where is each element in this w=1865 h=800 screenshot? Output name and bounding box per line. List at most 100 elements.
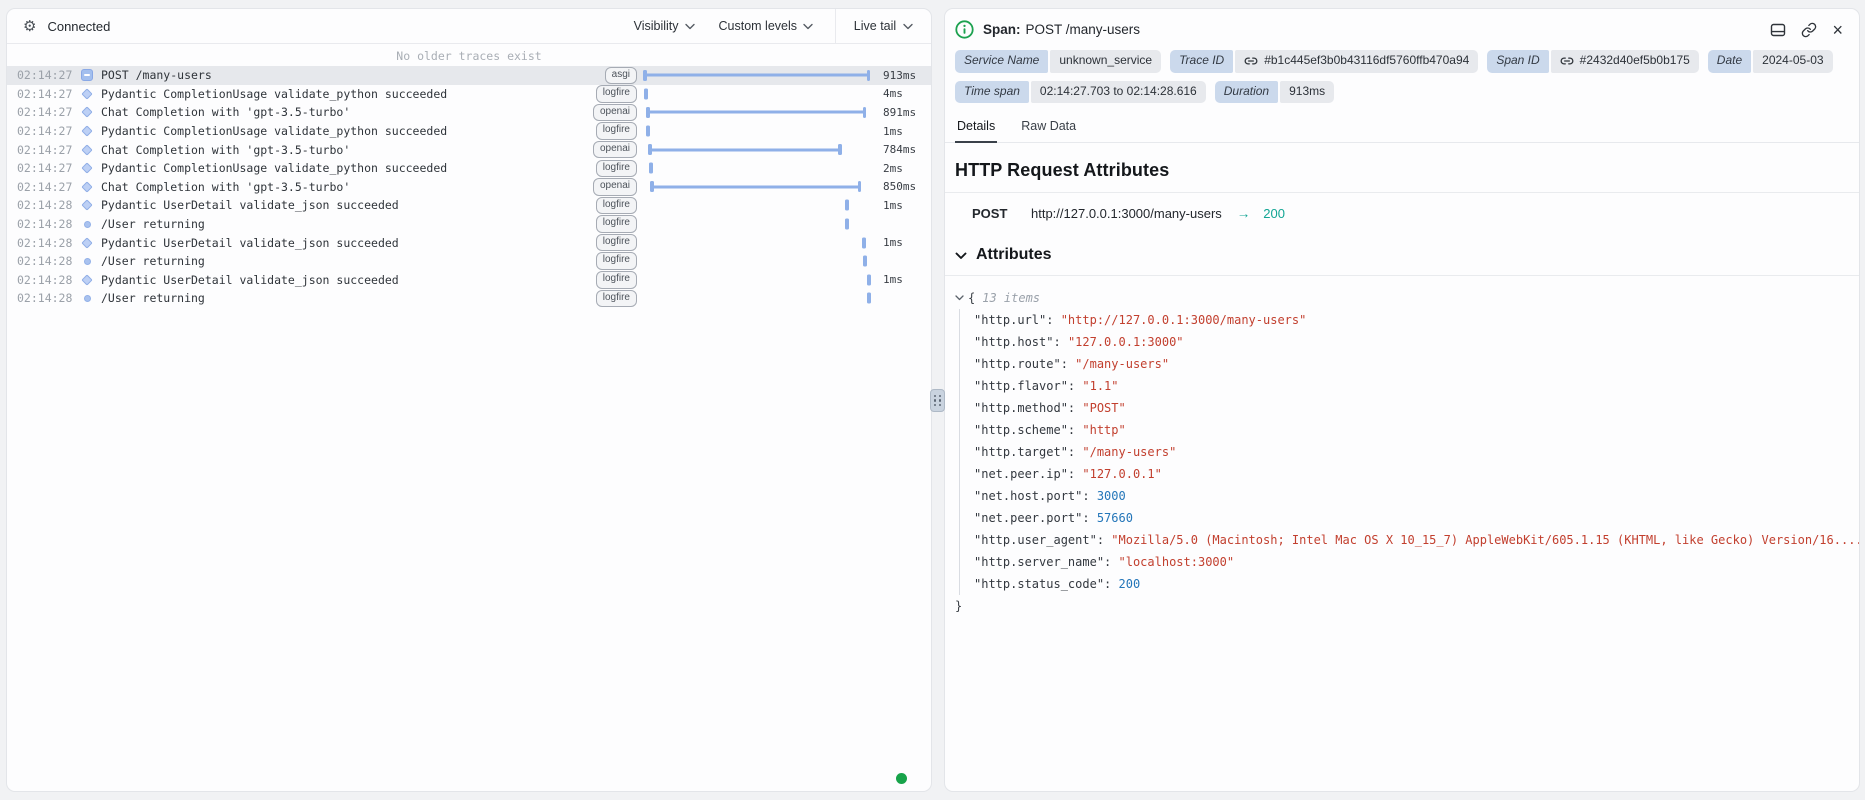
metadata-badge: Span ID #2432d40ef5b0b175: [1487, 50, 1698, 73]
link-icon: [1244, 54, 1258, 68]
log-dot-icon: [84, 221, 91, 228]
trace-timestamp: 02:14:27: [17, 180, 73, 194]
trace-timeline-zone: [643, 289, 875, 308]
metadata-badge: Service Name unknown_service: [955, 50, 1161, 73]
trace-timestamp: 02:14:27: [17, 105, 73, 119]
trace-timeline-zone: [643, 66, 875, 85]
trace-timestamp: 02:14:27: [17, 124, 73, 138]
attribute-key: "net.peer.port": [974, 511, 1082, 525]
trace-timestamp: 02:14:27: [17, 161, 73, 175]
visibility-dropdown[interactable]: Visibility: [634, 19, 695, 33]
attribute-row: "net.host.port": 3000: [974, 485, 1847, 507]
close-icon[interactable]: ×: [1832, 21, 1843, 39]
trace-row-icon-wrap: [73, 164, 101, 172]
detail-tabs: Details Raw Data: [945, 103, 1859, 143]
arrow-right-icon: →: [1237, 206, 1251, 221]
trace-row[interactable]: 02:14:28 Pydantic UserDetail validate_js…: [7, 233, 931, 252]
trace-row[interactable]: 02:14:28 Pydantic UserDetail validate_js…: [7, 271, 931, 290]
trace-row-icon-wrap: [73, 258, 101, 265]
badge-value[interactable]: #b1c445ef3b0b43116df5760ffb470a94: [1235, 50, 1478, 73]
attribute-key: "http.host": [974, 335, 1053, 349]
trace-row[interactable]: 02:14:27 Chat Completion with 'gpt-3.5-t…: [7, 103, 931, 122]
trace-duration-text: 1ms: [875, 236, 931, 249]
attribute-key: "net.peer.ip": [974, 467, 1068, 481]
link-icon: [1560, 54, 1574, 68]
trace-duration-text: 913ms: [875, 69, 931, 82]
attribute-key: "http.url": [974, 313, 1046, 327]
metadata-badge: Time span 02:14:27.703 to 02:14:28.616: [955, 81, 1206, 104]
badge-value[interactable]: #2432d40ef5b0b175: [1551, 50, 1699, 73]
json-entries: "http.url": "http://127.0.0.1:3000/many-…: [959, 309, 1847, 595]
trace-label: /User returning: [101, 291, 589, 305]
trace-label: /User returning: [101, 217, 589, 231]
trace-scope-tag: openai: [593, 141, 637, 159]
trace-row[interactable]: 02:14:28 /User returning logfire: [7, 289, 931, 308]
attribute-value: "localhost:3000": [1119, 555, 1235, 569]
trace-row[interactable]: 02:14:27 Pydantic CompletionUsage valida…: [7, 122, 931, 141]
trace-timestamp: 02:14:27: [17, 68, 73, 82]
attribute-value: 3000: [1097, 489, 1126, 503]
attribute-row: "http.host": "127.0.0.1:3000": [974, 331, 1847, 353]
trace-duration-bar: [845, 200, 849, 211]
attribute-value: "127.0.0.1": [1082, 467, 1161, 481]
trace-row[interactable]: 02:14:27 Chat Completion with 'gpt-3.5-t…: [7, 140, 931, 159]
badge-label: Service Name: [955, 50, 1048, 73]
tab-details[interactable]: Details: [955, 116, 997, 143]
trace-row-icon-wrap: [73, 295, 101, 302]
trace-row[interactable]: 02:14:27 Pydantic CompletionUsage valida…: [7, 159, 931, 178]
panel-resize-grip[interactable]: [930, 389, 945, 412]
metadata-badge: Duration 913ms: [1215, 81, 1334, 104]
collapse-toggle-icon[interactable]: [81, 69, 93, 81]
trace-row[interactable]: 02:14:27 POST /many-users asgi 913ms: [7, 66, 931, 85]
badge-label: Time span: [955, 81, 1029, 104]
trace-row[interactable]: 02:14:28 Pydantic UserDetail validate_js…: [7, 196, 931, 215]
chevron-down-icon: [955, 252, 967, 260]
attribute-value: "/many-users": [1082, 445, 1176, 459]
span-diamond-icon: [81, 274, 92, 285]
tab-raw-data[interactable]: Raw Data: [1019, 116, 1078, 142]
json-open-brace: {: [968, 291, 975, 305]
trace-timeline-zone: [643, 122, 875, 141]
badge-value-text: 913ms: [1289, 84, 1325, 100]
trace-scope-tag: logfire: [596, 271, 637, 289]
span-name: POST /many-users: [1026, 22, 1141, 37]
json-root-toggle[interactable]: { 13 items: [955, 287, 1847, 309]
dock-panel-icon[interactable]: [1770, 22, 1786, 38]
trace-row-icon-wrap: [73, 201, 101, 209]
trace-scope-tag: logfire: [596, 252, 637, 270]
trace-row-icon-wrap: [73, 90, 101, 98]
span-title: Span:POST /many-users: [983, 22, 1140, 37]
metadata-badge: Trace ID #b1c445ef3b0b43116df5760ffb470a…: [1170, 50, 1478, 73]
span-metadata-badges: Service Name unknown_service Trace ID #b…: [945, 48, 1859, 103]
trace-timeline-zone: [643, 140, 875, 159]
copy-link-icon[interactable]: [1801, 22, 1817, 38]
trace-scope-tag: logfire: [596, 215, 637, 233]
trace-duration-bar: [867, 274, 871, 285]
trace-row[interactable]: 02:14:28 /User returning logfire: [7, 215, 931, 234]
settings-gear-icon[interactable]: ⚙: [23, 19, 36, 34]
trace-timeline-zone: [643, 215, 875, 234]
http-request-attributes-heading: HTTP Request Attributes: [945, 143, 1859, 181]
trace-row[interactable]: 02:14:27 Pydantic CompletionUsage valida…: [7, 85, 931, 104]
live-tail-dropdown-label: Live tail: [854, 19, 896, 33]
trace-label: Pydantic UserDetail validate_json succee…: [101, 273, 589, 287]
trace-duration-text: 1ms: [875, 125, 931, 138]
http-request-summary-row: POST http://127.0.0.1:3000/many-users → …: [945, 193, 1859, 221]
attributes-section-toggle[interactable]: Attributes: [945, 221, 1859, 264]
trace-duration-bar: [845, 219, 849, 230]
attribute-row: "http.user_agent": "Mozilla/5.0 (Macinto…: [974, 529, 1847, 551]
trace-label: Pydantic UserDetail validate_json succee…: [101, 198, 589, 212]
trace-duration-bar: [646, 126, 650, 137]
trace-row-icon-wrap: [73, 146, 101, 154]
trace-scope-tag: logfire: [596, 290, 637, 308]
trace-row[interactable]: 02:14:28 /User returning logfire: [7, 252, 931, 271]
http-url: http://127.0.0.1:3000/many-users: [1031, 206, 1222, 221]
custom-levels-dropdown[interactable]: Custom levels: [719, 19, 814, 33]
trace-row[interactable]: 02:14:27 Chat Completion with 'gpt-3.5-t…: [7, 178, 931, 197]
trace-duration-bar: [650, 185, 861, 188]
badge-value-text: 02:14:27.703 to 02:14:28.616: [1040, 84, 1197, 100]
trace-duration-bar: [862, 237, 866, 248]
attribute-row: "net.peer.port": 57660: [974, 507, 1847, 529]
live-tail-dropdown[interactable]: Live tail: [835, 9, 931, 43]
trace-row-icon-wrap: [73, 239, 101, 247]
